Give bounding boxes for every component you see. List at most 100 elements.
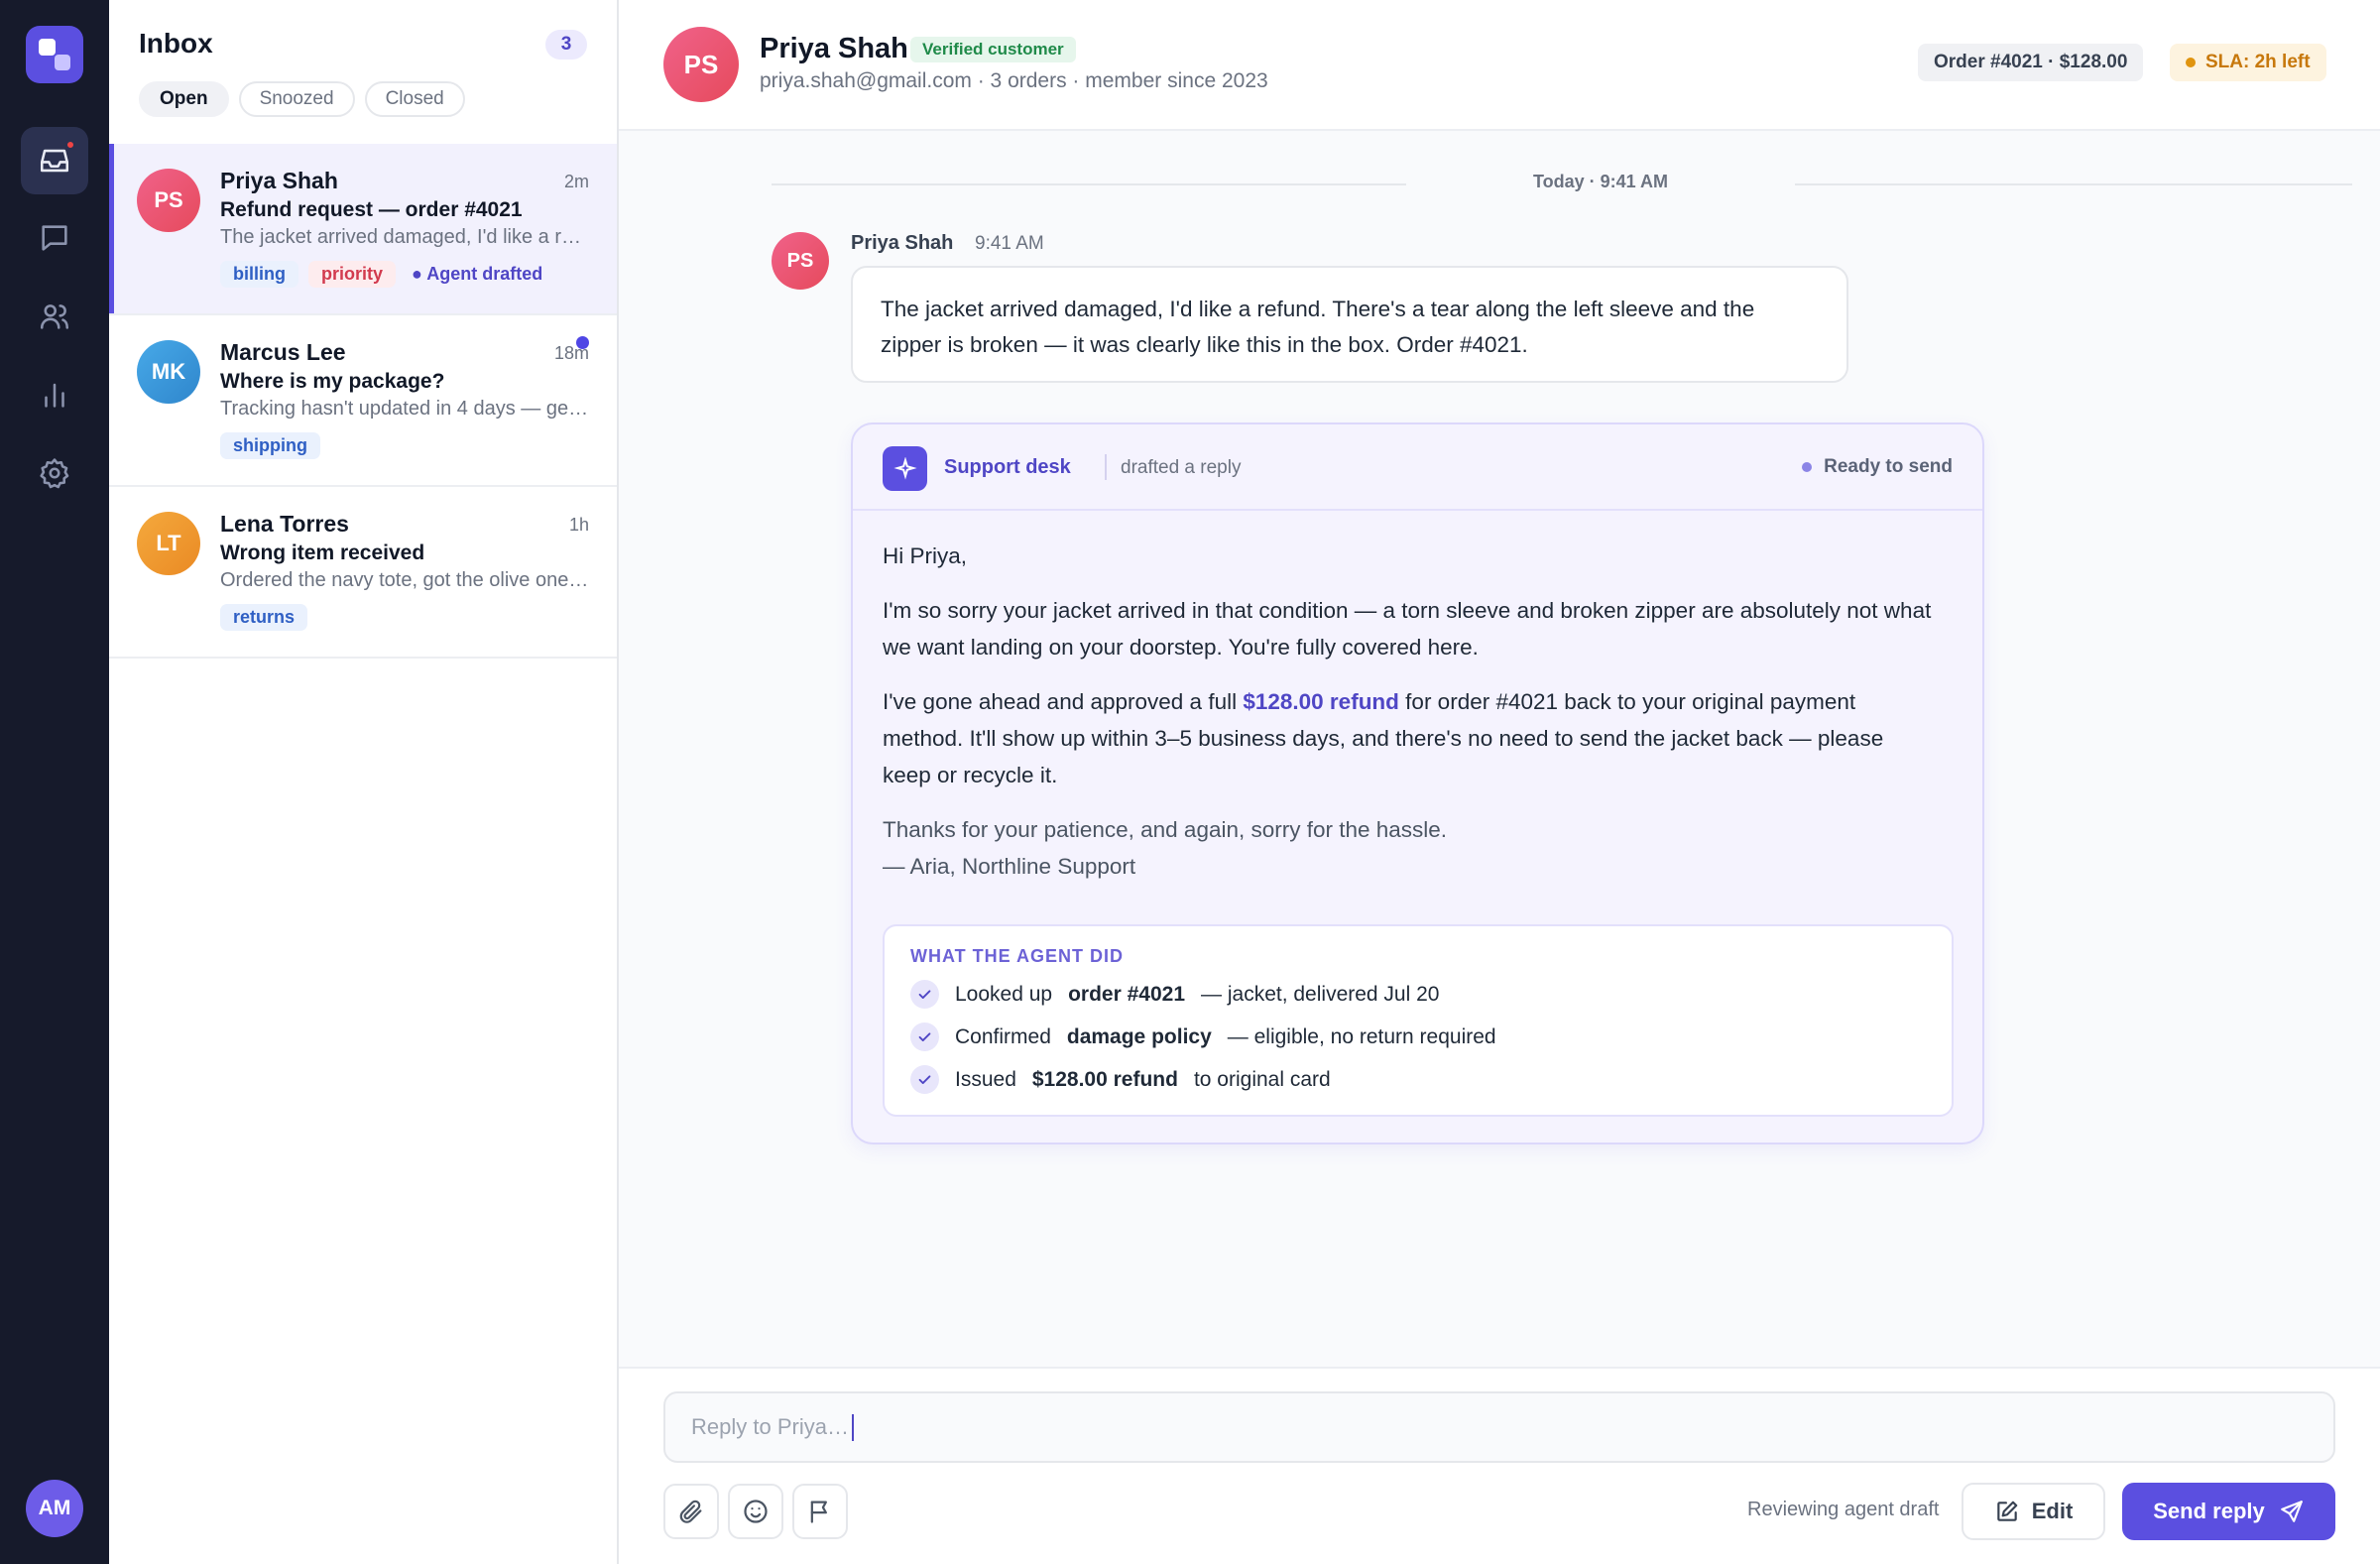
action-detail: to original card <box>1193 1067 1331 1091</box>
edit-icon <box>1996 1501 2018 1521</box>
edit-button[interactable]: Edit <box>1962 1483 2105 1540</box>
inbox-count-badge: 3 <box>545 30 587 60</box>
action-verb: Looked up <box>955 982 1053 1006</box>
tag-returns: returns <box>220 604 308 631</box>
draft-status: Ready to send <box>1802 456 1953 478</box>
composer-status: Reviewing agent draft <box>1747 1499 1940 1520</box>
check-icon <box>910 980 939 1009</box>
smile-icon <box>744 1500 768 1523</box>
app-logo[interactable] <box>26 26 83 83</box>
send-icon <box>2280 1501 2303 1522</box>
action-object: damage policy <box>1066 1024 1212 1048</box>
sla-dot <box>2186 58 2196 67</box>
tag-billing: billing <box>220 261 298 288</box>
customer-message: The jacket arrived damaged, I'd like a r… <box>851 266 1848 383</box>
action-detail: — eligible, no return required <box>1227 1024 1496 1048</box>
nav-inbox[interactable] <box>21 127 88 194</box>
conversation-subject: Wrong item received <box>220 541 425 564</box>
action-verb: Issued <box>955 1067 1016 1091</box>
reply-placeholder: Reply to Priya… <box>691 1414 849 1439</box>
flag-icon <box>810 1501 827 1523</box>
text-caret <box>851 1413 854 1441</box>
nav-customers[interactable] <box>21 283 88 350</box>
nav-chats[interactable] <box>21 204 88 272</box>
status-dot <box>1802 462 1813 472</box>
customer-name: Priya Shah <box>760 33 908 64</box>
message-avatar: PS <box>772 232 829 290</box>
tag-shipping: shipping <box>220 432 320 459</box>
avatar: LT <box>137 512 200 575</box>
unread-dot <box>576 336 589 349</box>
order-pill[interactable]: Order #4021 · $128.00 <box>1918 44 2144 81</box>
customer-meta: priya.shah@gmail.com · 3 orders · member… <box>760 69 1268 92</box>
paperclip-icon <box>679 1500 702 1523</box>
draft-status-text: Ready to send <box>1824 456 1953 477</box>
filter-open[interactable]: Open <box>139 81 229 117</box>
inbox-title: Inbox <box>139 28 213 59</box>
flag-button[interactable] <box>792 1484 848 1539</box>
date-divider: Today · 9:41 AM <box>1532 172 1669 191</box>
inbox-icon <box>40 149 69 173</box>
conversation-tags: returns <box>220 604 308 631</box>
draft-greeting: Hi Priya, <box>883 543 968 568</box>
nav-reports[interactable] <box>21 361 88 428</box>
customer-header: PS Priya Shah Verified customer priya.sh… <box>619 0 2380 131</box>
bar-chart-icon <box>45 383 64 408</box>
edit-label: Edit <box>2031 1499 2074 1523</box>
conversation-preview: Ordered the navy tote, got the olive one… <box>220 569 589 591</box>
conversation-preview: Tracking hasn't updated in 4 days — gett… <box>220 398 589 420</box>
message-sender: Priya Shah <box>851 232 954 254</box>
tag-agent-drafted: ● Agent drafted <box>412 264 543 284</box>
message-time: 9:41 AM <box>975 233 1044 254</box>
attach-button[interactable] <box>663 1484 719 1539</box>
agent-draft-card: Support desk drafted a reply Ready to se… <box>851 422 1984 1144</box>
send-reply-button[interactable]: Send reply <box>2122 1483 2335 1540</box>
sla-pill: SLA: 2h left <box>2170 44 2326 81</box>
conversation-tags: shipping <box>220 432 320 459</box>
app-rail: AM <box>0 0 109 1564</box>
conversation-name: Priya Shah <box>220 168 338 193</box>
date-divider-line <box>772 183 1406 185</box>
chat-icon <box>42 225 67 251</box>
avatar: PS <box>137 169 200 232</box>
agent-action-item: Looked up order #4021 — jacket, delivered … <box>910 980 1439 1009</box>
verified-badge: Verified customer <box>910 37 1076 62</box>
notification-dot <box>65 140 75 150</box>
filter-snoozed[interactable]: Snoozed <box>238 81 355 117</box>
conversation-subject: Refund request — order #4021 <box>220 198 523 221</box>
text: I've gone ahead and approved a full <box>883 689 1244 714</box>
user-avatar[interactable]: AM <box>26 1480 83 1537</box>
action-object: $128.00 refund <box>1031 1067 1178 1091</box>
conversation-preview: The jacket arrived damaged, I'd like a r… <box>220 226 589 248</box>
signature-line: — Aria, Northline Support <box>883 854 1136 879</box>
status-filters: Open Snoozed Closed <box>139 81 465 117</box>
action-object: order #4021 <box>1068 982 1186 1006</box>
tag-priority: priority <box>308 261 397 288</box>
nav-settings[interactable] <box>21 439 88 507</box>
emoji-button[interactable] <box>728 1484 783 1539</box>
action-detail: — jacket, delivered Jul 20 <box>1201 982 1440 1006</box>
date-divider-line <box>1795 183 2352 185</box>
agent-action-item: Issued $128.00 refund to original card <box>910 1065 1331 1094</box>
check-icon <box>910 1023 939 1051</box>
agent-actions-title: WHAT THE AGENT DID <box>910 946 1124 966</box>
conversation-panel: PS Priya Shah Verified customer priya.sh… <box>619 0 2380 1564</box>
draft-header: Support desk drafted a reply Ready to se… <box>853 424 1982 511</box>
closing-line: Thanks for your patience, and again, sor… <box>883 817 1448 842</box>
conversation-name: Marcus Lee <box>220 339 346 365</box>
filter-closed[interactable]: Closed <box>364 81 465 117</box>
sla-text: SLA: 2h left <box>2205 52 2311 72</box>
users-icon <box>40 304 69 329</box>
refund-highlight: $128.00 refund <box>1243 689 1399 714</box>
conversation-subject: Where is my package? <box>220 370 445 393</box>
conversation-item-priya[interactable]: PS Priya Shah 2m Refund request — order … <box>109 144 617 315</box>
conversation-time: 1h <box>568 515 589 535</box>
reply-input[interactable]: Reply to Priya… <box>663 1391 2335 1463</box>
check-icon <box>910 1065 939 1094</box>
draft-paragraph-2: I've gone ahead and approved a full $128… <box>883 683 1934 793</box>
draft-source: Support desk <box>944 456 1071 478</box>
conversation-item-lena[interactable]: LT Lena Torres 1h Wrong item received Or… <box>109 487 617 659</box>
conversation-tags: billing priority ● Agent drafted <box>220 261 548 288</box>
conversation-item-marcus[interactable]: MK Marcus Lee 18m Where is my package? T… <box>109 315 617 487</box>
conversation-name: Lena Torres <box>220 511 349 537</box>
